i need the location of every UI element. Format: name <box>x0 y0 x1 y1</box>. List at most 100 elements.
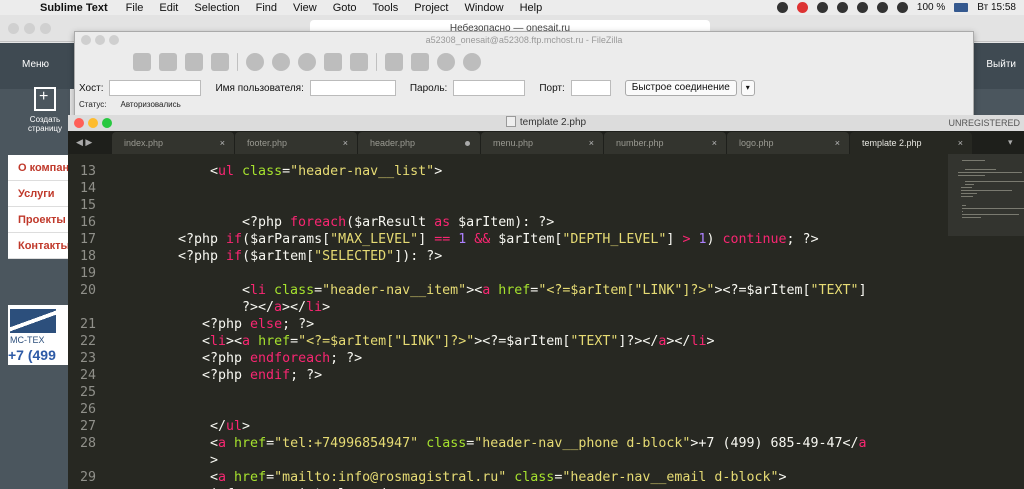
compare-icon[interactable] <box>411 53 429 71</box>
wifi-icon[interactable] <box>896 2 908 13</box>
code-line[interactable]: 26 <box>68 401 948 418</box>
dropbox-tray-icon[interactable] <box>856 2 868 13</box>
process-queue-icon[interactable] <box>272 53 290 71</box>
local-tree-icon[interactable] <box>185 53 203 71</box>
search-icon[interactable] <box>463 53 481 71</box>
line-number: 21 <box>79 317 96 332</box>
tab-template-2-php[interactable]: template 2.php × <box>850 132 972 154</box>
menu-item-goto[interactable]: Goto <box>333 2 357 14</box>
tab-index-php[interactable]: index.php × <box>112 132 234 154</box>
tab-menu-php[interactable]: menu.php × <box>481 132 603 154</box>
code-line[interactable]: ?></a></li> <box>68 299 948 316</box>
close-tab-icon[interactable]: × <box>958 132 963 154</box>
code-text: <?php endif; ?> <box>202 367 322 384</box>
tab-number-php[interactable]: number.php × <box>604 132 726 154</box>
close-tab-icon[interactable]: × <box>712 132 717 154</box>
code-text: <li class="header-nav__item"><a href="<?… <box>242 282 867 299</box>
code-token: = <box>314 283 323 298</box>
site-nav-item[interactable]: Услуги <box>8 181 70 207</box>
code-line[interactable]: 20 <li class="header-nav__item"><a href="… <box>68 282 948 299</box>
clock-tray-icon[interactable] <box>876 2 888 13</box>
cancel-icon[interactable] <box>298 53 316 71</box>
fz-minimize-button[interactable] <box>95 35 105 45</box>
menu-app-name[interactable]: Sublime Text <box>40 2 108 14</box>
unsaved-dot-icon[interactable] <box>465 141 470 146</box>
notification-tray-icon[interactable] <box>796 2 808 13</box>
close-tab-icon[interactable]: × <box>343 132 348 154</box>
menu-item-window[interactable]: Window <box>464 2 503 14</box>
minimap-viewport[interactable] <box>948 154 1024 236</box>
code-line[interactable]: 13 <ul class="header-nav__list"> <box>68 163 948 180</box>
code-editor[interactable]: 13 <ul class="header-nav__list"> 14 15 16 <?p… <box>68 154 948 489</box>
code-line[interactable]: 28 <a href="tel:+74996854947" class="head… <box>68 435 948 452</box>
menu-item-project[interactable]: Project <box>414 2 448 14</box>
cms-exit-button[interactable]: Выйти <box>986 59 1016 70</box>
reconnect-icon[interactable] <box>350 53 368 71</box>
host-input[interactable] <box>109 80 202 96</box>
app-tray-icon[interactable] <box>776 2 788 13</box>
close-tab-icon[interactable]: × <box>589 132 594 154</box>
code-line[interactable]: 22 <li><a href="<?=$arItem["LINK"]?>"><?=… <box>68 333 948 350</box>
flag-icon[interactable] <box>954 3 969 12</box>
menu-item-tools[interactable]: Tools <box>373 2 399 14</box>
menu-item-help[interactable]: Help <box>520 2 543 14</box>
battery-label[interactable]: 100 % <box>917 2 945 13</box>
site-nav-item[interactable]: О компании <box>8 155 70 181</box>
quickconnect-button[interactable]: Быстрое соединение <box>624 80 737 96</box>
tab-scroll-arrows[interactable]: ◀ ▶ <box>68 131 112 154</box>
refresh-icon[interactable] <box>246 53 264 71</box>
menu-item-find[interactable]: Find <box>256 2 277 14</box>
tab-header-php[interactable]: header.php <box>358 132 480 154</box>
menu-item-file[interactable]: File <box>126 2 144 14</box>
message-log-icon[interactable] <box>159 53 177 71</box>
code-line[interactable]: 27 </ul> <box>68 418 948 435</box>
filter-icon[interactable] <box>385 53 403 71</box>
st-close-button[interactable] <box>74 118 84 128</box>
code-line[interactable]: 16 <?php foreach($arResult as $arItem): ?… <box>68 214 948 231</box>
st-minimize-button[interactable] <box>88 118 98 128</box>
zoom-window-button[interactable] <box>40 23 51 34</box>
port-input[interactable] <box>570 80 611 96</box>
tab-list-chevron-icon[interactable]: ▾ <box>1008 131 1020 153</box>
code-text: <?php endforeach; ?> <box>202 350 362 367</box>
code-line[interactable]: 14 <box>68 180 948 197</box>
site-nav-item[interactable]: Проекты <box>8 207 70 233</box>
check-tray-icon[interactable] <box>836 2 848 13</box>
code-line[interactable]: 17 <?php if($arParams["MAX_LEVEL"] == 1 &… <box>68 231 948 248</box>
site-manager-icon[interactable] <box>133 53 151 71</box>
create-page-button[interactable]: Создать страницу <box>22 87 68 133</box>
tab-logo-php[interactable]: logo.php × <box>727 132 849 154</box>
code-line[interactable]: 29 <a href="mailto:info@rosmagistral.ru" … <box>68 469 948 486</box>
code-line[interactable]: 21 <?php else; ?> <box>68 316 948 333</box>
clock-label[interactable]: Вт 15:58 <box>977 2 1016 13</box>
close-tab-icon[interactable]: × <box>835 132 840 154</box>
minimize-window-button[interactable] <box>24 23 35 34</box>
sync-tray-icon[interactable] <box>816 2 828 13</box>
username-input[interactable] <box>309 80 396 96</box>
menu-item-edit[interactable]: Edit <box>159 2 178 14</box>
code-line[interactable]: > <box>68 452 948 469</box>
code-line[interactable]: 25 <box>68 384 948 401</box>
tab-footer-php[interactable]: footer.php × <box>235 132 357 154</box>
code-line[interactable]: 23 <?php endforeach; ?> <box>68 350 948 367</box>
minimap[interactable] <box>948 154 1024 489</box>
menu-item-view[interactable]: View <box>293 2 317 14</box>
menu-item-selection[interactable]: Selection <box>194 2 239 14</box>
chevron-down-icon[interactable]: ▾ <box>740 80 755 96</box>
password-input[interactable] <box>453 80 526 96</box>
fz-zoom-button[interactable] <box>109 35 119 45</box>
site-nav-item[interactable]: Контакты <box>8 233 70 259</box>
code-line[interactable]: 24 <?php endif; ?> <box>68 367 948 384</box>
code-line[interactable]: 18 <?php if($arItem["SELECTED"]): ?> <box>68 248 948 265</box>
site-phone[interactable]: +7 (499 <box>8 347 70 363</box>
remote-tree-icon[interactable] <box>211 53 229 71</box>
sync-browse-icon[interactable] <box>437 53 455 71</box>
close-window-button[interactable] <box>8 23 19 34</box>
code-line[interactable]: 15 <box>68 197 948 214</box>
close-tab-icon[interactable]: × <box>220 132 225 154</box>
code-line[interactable]: 19 <box>68 265 948 282</box>
st-zoom-button[interactable] <box>102 118 112 128</box>
cms-menu-button[interactable]: Меню <box>22 59 49 70</box>
fz-close-button[interactable] <box>81 35 91 45</box>
disconnect-icon[interactable] <box>324 53 342 71</box>
